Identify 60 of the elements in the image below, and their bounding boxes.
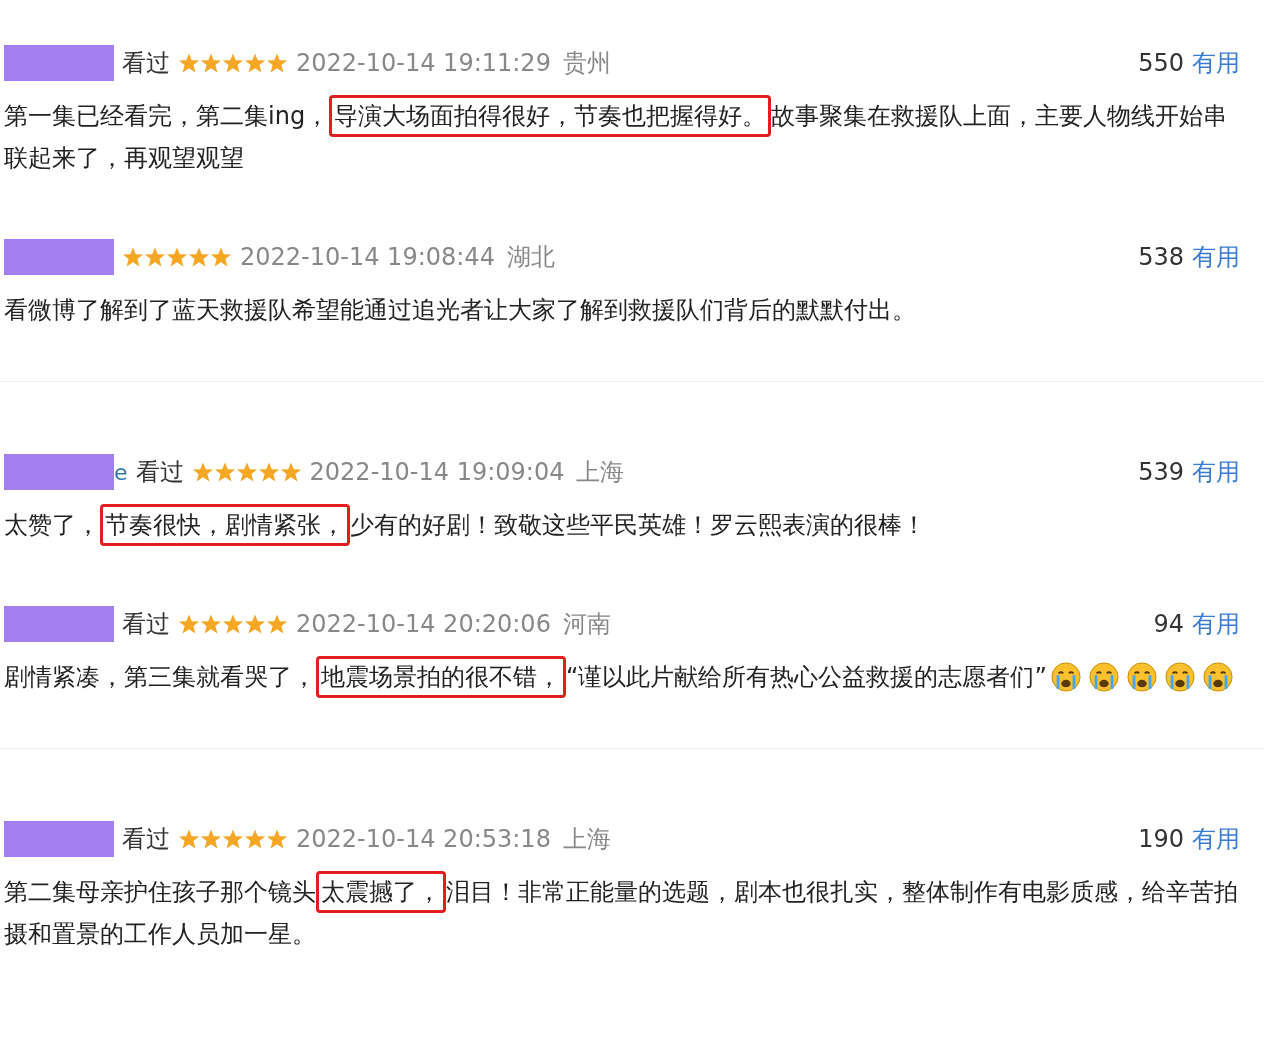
review-location: 河南 — [562, 609, 611, 640]
star-icon — [191, 461, 214, 483]
star-icon — [222, 828, 244, 850]
review-time: 2022-10-14 19:09:04 — [309, 458, 565, 486]
star-icon — [200, 52, 222, 74]
vote-count: 94 — [1153, 610, 1184, 638]
star-icon — [178, 613, 200, 635]
useful-link[interactable]: 有用 — [1192, 241, 1240, 273]
star-icon — [144, 246, 166, 268]
star-icon — [279, 461, 302, 483]
review-time: 2022-10-14 20:53:18 — [296, 825, 551, 853]
user-name[interactable]: e — [114, 459, 128, 485]
review-time: 2022-10-14 20:20:06 — [296, 610, 551, 638]
watched-label: 看过 — [122, 48, 170, 79]
review-location: 上海 — [562, 824, 611, 855]
review-location: 上海 — [576, 457, 625, 488]
review-location: 贵州 — [562, 48, 611, 79]
review-text: 剧情紧凑，第三集就看哭了， 地震场景拍的很不错， “谨以此片献给所有热心公益救援的志愿者们” — [4, 656, 1047, 698]
star-icon — [222, 613, 244, 635]
star-icon — [188, 246, 210, 268]
watched-label: 看过 — [135, 457, 184, 488]
review-text: 第二集母亲护住孩子那个镜头 太震撼了， 泪目！非常正能量的选题，剧本也很扎实，整体制作有电影质感，给辛苦拍摄和置景的工作人员加一星。 — [4, 871, 1249, 955]
star-icon — [266, 613, 288, 635]
useful-link[interactable]: 有用 — [1192, 608, 1240, 640]
star-icon — [244, 828, 266, 850]
star-icon — [257, 461, 280, 483]
star-icon — [213, 461, 236, 483]
star-icon — [210, 246, 232, 268]
review-text: 第一集已经看完，第二集ing， 导演大场面拍得很好，节奏也把握得好。 故事聚集在救援队上面，主要人物线开始串联起来了，再观望观望 — [4, 95, 1249, 179]
vote-count: 539 — [1138, 458, 1184, 486]
star-icon — [244, 613, 266, 635]
review-time: 2022-10-14 19:08:44 — [240, 243, 495, 271]
useful-link[interactable]: 有用 — [1192, 47, 1240, 79]
star-icon — [200, 613, 222, 635]
review-location: 湖北 — [506, 242, 555, 273]
crying-emoji-icon — [1202, 662, 1233, 692]
crying-emoji-icon — [1050, 662, 1081, 692]
star-icon — [244, 52, 266, 74]
watched-label: 看过 — [122, 824, 170, 855]
watched-label: 看过 — [122, 609, 170, 640]
star-icon — [200, 828, 222, 850]
star-icon — [266, 828, 288, 850]
useful-link[interactable]: 有用 — [1192, 823, 1240, 855]
star-icon — [122, 246, 144, 268]
vote-count: 550 — [1138, 49, 1184, 77]
crying-emoji-icon — [1088, 662, 1119, 692]
useful-link[interactable]: 有用 — [1192, 456, 1240, 488]
review-text: 看微博了解到了蓝天救援队希望能通过追光者让大家了解到救援队们背后的默默付出。 — [4, 295, 916, 326]
star-icon — [178, 52, 200, 74]
star-icon — [235, 461, 258, 483]
vote-count: 190 — [1138, 825, 1184, 853]
star-icon — [178, 828, 200, 850]
crying-emoji-icon — [1164, 662, 1195, 692]
crying-emoji-icon — [1126, 662, 1157, 692]
star-icon — [266, 52, 288, 74]
review-time: 2022-10-14 19:11:29 — [296, 49, 551, 77]
vote-count: 538 — [1138, 243, 1184, 271]
star-icon — [166, 246, 188, 268]
star-icon — [222, 52, 244, 74]
review-text: 太赞了， 节奏很快，剧情紧张， 少有的好剧！致敬这些平民英雄！罗云熙表演的很棒！ — [4, 504, 926, 546]
